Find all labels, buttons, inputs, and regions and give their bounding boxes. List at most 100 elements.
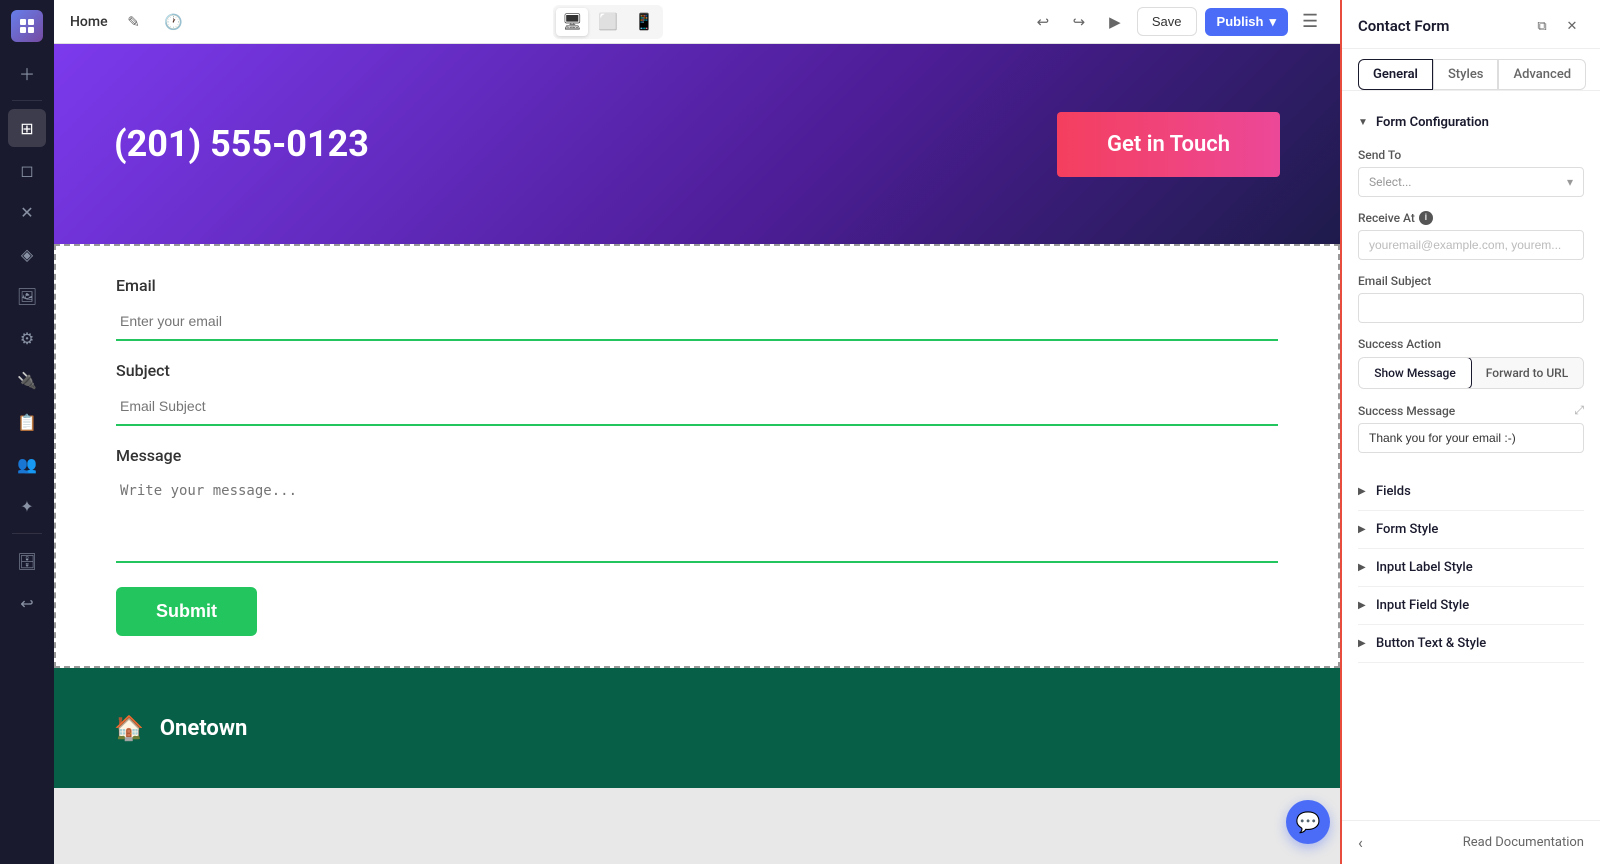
panel-header-actions: ⧉ ✕	[1530, 14, 1584, 38]
home-link[interactable]: Home	[70, 14, 108, 30]
undo-btn[interactable]: ↩	[1029, 8, 1057, 36]
sidebar-divider-1	[12, 100, 42, 101]
sidebar-icon-plugins[interactable]: 🔌	[8, 361, 46, 399]
left-sidebar: ＋ ⊞ ◻ ✕ ◈ 🖼 ⚙ 🔌 📋 👥 ✦ 🗄 ↩	[0, 0, 54, 864]
subject-label: Subject	[116, 361, 1278, 380]
form-config-title: Form Configuration	[1376, 115, 1489, 130]
input-label-style-accordion[interactable]: ▶ Input Label Style	[1358, 549, 1584, 587]
save-button[interactable]: Save	[1137, 7, 1197, 36]
panel-tabs: General Styles Advanced	[1342, 49, 1600, 91]
email-field-group: Email	[116, 276, 1278, 341]
form-style-accordion[interactable]: ▶ Form Style	[1358, 511, 1584, 549]
input-field-style-chevron-icon: ▶	[1358, 600, 1370, 611]
panel-duplicate-icon[interactable]: ⧉	[1530, 14, 1554, 38]
panel-title: Contact Form	[1358, 17, 1449, 35]
form-style-title: Form Style	[1376, 522, 1438, 537]
sidebar-icon-elements[interactable]: ◈	[8, 235, 46, 273]
sidebar-icon-media[interactable]: 🖼	[8, 277, 46, 315]
canvas-area: (201) 555-0123 Get in Touch Email Subjec…	[54, 44, 1340, 864]
send-to-chevron-icon: ▾	[1567, 175, 1573, 189]
input-field-style-accordion[interactable]: ▶ Input Field Style	[1358, 587, 1584, 625]
sidebar-logo[interactable]	[11, 10, 43, 42]
form-style-chevron-icon: ▶	[1358, 524, 1370, 535]
show-message-btn[interactable]: Show Message	[1358, 357, 1472, 389]
get-in-touch-button[interactable]: Get in Touch	[1057, 112, 1280, 177]
form-config-content: Send To Select... ▾ Receive At i	[1358, 140, 1584, 471]
email-input[interactable]	[116, 303, 1278, 341]
input-label-style-title: Input Label Style	[1376, 560, 1473, 575]
forward-to-url-btn[interactable]: Forward to URL	[1471, 358, 1583, 388]
button-style-chevron-icon: ▶	[1358, 638, 1370, 649]
edit-icon[interactable]: ✎	[120, 8, 148, 36]
footer-logo-icon: 🏠	[114, 714, 144, 742]
sidebar-icon-database[interactable]: 🗄	[8, 542, 46, 580]
message-textarea[interactable]	[116, 473, 1278, 563]
success-action-section: Success Action Show Message Forward to U…	[1358, 337, 1584, 389]
footer-section: 🏠 Onetown	[54, 668, 1340, 788]
receive-at-info-icon: i	[1419, 211, 1433, 225]
subject-input[interactable]	[116, 388, 1278, 426]
topbar: Home ✎ 🕐 🖥 ⬜ 📱 ↩ ↪ ▶ Save Publish ▾ ☰	[54, 0, 1340, 44]
message-label: Message	[116, 446, 1278, 465]
success-action-label: Success Action	[1358, 337, 1584, 351]
fields-accordion[interactable]: ▶ Fields	[1358, 473, 1584, 511]
fields-chevron-icon: ▶	[1358, 486, 1370, 497]
email-subject-row: Email Subject	[1358, 274, 1584, 323]
sidebar-icon-users[interactable]: 👥	[8, 445, 46, 483]
input-label-style-chevron-icon: ▶	[1358, 562, 1370, 573]
panel-collapse-icon[interactable]: ‹	[1358, 833, 1363, 852]
submit-button[interactable]: Submit	[116, 587, 257, 636]
sidebar-icon-pages[interactable]: ◻	[8, 151, 46, 189]
menu-icon[interactable]: ☰	[1296, 8, 1324, 36]
send-to-placeholder: Select...	[1369, 175, 1411, 189]
read-docs-footer: ‹ Read Documentation	[1342, 820, 1600, 864]
email-subject-label: Email Subject	[1358, 274, 1584, 288]
form-config-chevron-icon: ▼	[1358, 117, 1370, 128]
panel-close-icon[interactable]: ✕	[1560, 14, 1584, 38]
send-to-select[interactable]: Select... ▾	[1358, 167, 1584, 197]
input-field-style-title: Input Field Style	[1376, 598, 1469, 613]
sidebar-icon-star[interactable]: ✦	[8, 487, 46, 525]
send-to-row: Send To Select... ▾	[1358, 148, 1584, 197]
mobile-btn[interactable]: 📱	[628, 8, 660, 36]
sidebar-icon-undo-bottom[interactable]: ↩	[8, 584, 46, 622]
success-message-row: Success Message ⤢	[1358, 403, 1584, 453]
tab-general[interactable]: General	[1358, 59, 1433, 90]
device-switcher: 🖥 ⬜ 📱	[553, 5, 663, 39]
send-to-label: Send To	[1358, 148, 1584, 162]
receive-at-row: Receive At i	[1358, 211, 1584, 260]
sidebar-add-btn[interactable]: ＋	[8, 54, 46, 92]
email-subject-input[interactable]	[1358, 293, 1584, 323]
chat-bubble-btn[interactable]: 💬	[1286, 800, 1330, 844]
form-config-header[interactable]: ▼ Form Configuration	[1358, 105, 1584, 140]
redo-btn[interactable]: ↪	[1065, 8, 1093, 36]
play-btn[interactable]: ▶	[1101, 8, 1129, 36]
subject-field-group: Subject	[116, 361, 1278, 426]
sidebar-divider-2	[12, 533, 42, 534]
right-panel: Contact Form ⧉ ✕ General Styles Advanced…	[1340, 0, 1600, 864]
desktop-btn[interactable]: 🖥	[556, 8, 588, 36]
button-style-accordion[interactable]: ▶ Button Text & Style	[1358, 625, 1584, 663]
tab-styles[interactable]: Styles	[1433, 59, 1499, 90]
hero-phone: (201) 555-0123	[114, 123, 369, 165]
sidebar-icon-nav[interactable]: ✕	[8, 193, 46, 231]
sidebar-icon-forms[interactable]: 📋	[8, 403, 46, 441]
footer-brand-name: Onetown	[160, 716, 247, 741]
button-style-title: Button Text & Style	[1376, 636, 1486, 651]
panel-header: Contact Form ⧉ ✕	[1342, 0, 1600, 49]
receive-at-label: Receive At i	[1358, 211, 1584, 225]
publish-chevron-icon: ▾	[1269, 14, 1276, 30]
read-documentation-btn[interactable]: Read Documentation	[1463, 835, 1584, 850]
success-message-input[interactable]	[1358, 423, 1584, 453]
email-label: Email	[116, 276, 1278, 295]
receive-at-input[interactable]	[1358, 230, 1584, 260]
tablet-btn[interactable]: ⬜	[592, 8, 624, 36]
publish-button[interactable]: Publish ▾	[1205, 8, 1288, 36]
panel-content: ▼ Form Configuration Send To Select... ▾…	[1342, 91, 1600, 820]
sidebar-icon-settings[interactable]: ⚙	[8, 319, 46, 357]
success-message-expand-icon[interactable]: ⤢	[1574, 403, 1584, 418]
main-area: Home ✎ 🕐 🖥 ⬜ 📱 ↩ ↪ ▶ Save Publish ▾ ☰ (2…	[54, 0, 1340, 864]
tab-advanced[interactable]: Advanced	[1498, 59, 1586, 90]
sidebar-icon-layout[interactable]: ⊞	[8, 109, 46, 147]
history-icon[interactable]: 🕐	[160, 8, 188, 36]
